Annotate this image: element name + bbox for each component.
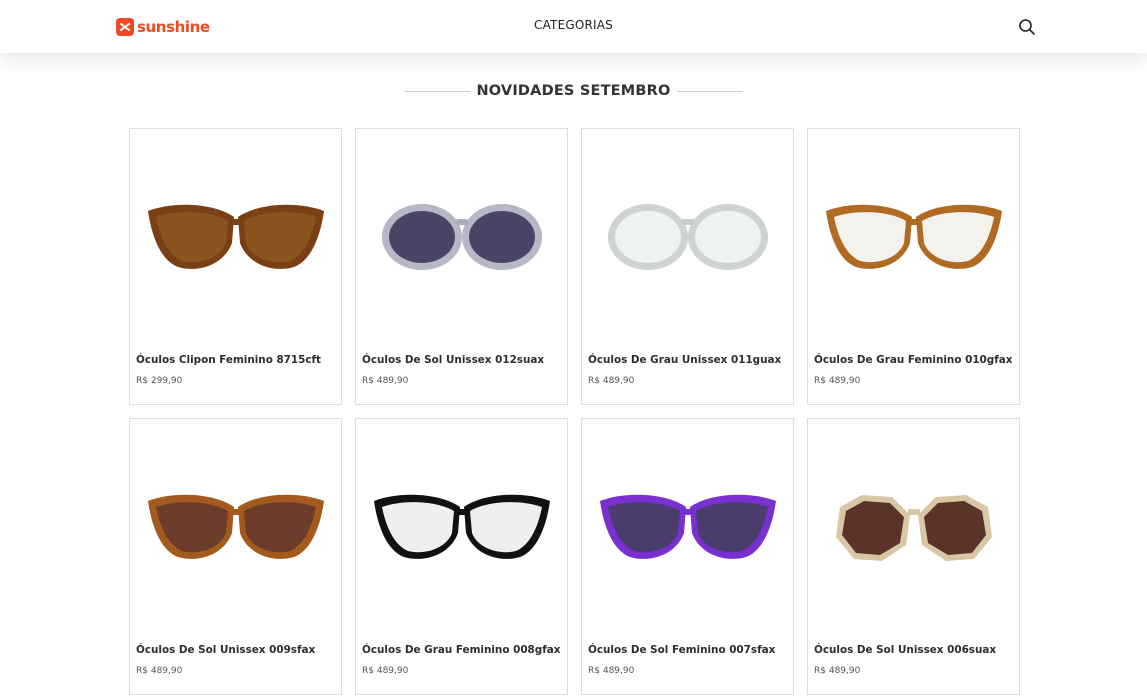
product-price: R$ 489,90 bbox=[814, 376, 861, 386]
product-price: R$ 299,90 bbox=[136, 376, 183, 386]
product-image[interactable] bbox=[130, 419, 341, 634]
product-image[interactable] bbox=[582, 419, 793, 634]
product-name[interactable]: Óculos De Sol Feminino 007sfax bbox=[588, 644, 788, 656]
top-header: sunshine CATEGORIAS bbox=[0, 0, 1147, 53]
product-name[interactable]: Óculos De Grau Unissex 011guax bbox=[588, 354, 788, 366]
product-card[interactable]: Óculos De Grau Feminino 010gfax R$ 489,90 bbox=[807, 128, 1020, 405]
product-image[interactable] bbox=[582, 129, 793, 344]
product-card[interactable]: Óculos De Sol Unissex 006suax R$ 489,90 bbox=[807, 418, 1020, 695]
product-card[interactable]: Óculos De Sol Unissex 009sfax R$ 489,90 bbox=[129, 418, 342, 695]
search-icon[interactable] bbox=[1018, 18, 1036, 36]
title-divider-left bbox=[404, 90, 471, 92]
product-price: R$ 489,90 bbox=[136, 666, 183, 676]
product-card[interactable]: Óculos De Grau Unissex 011guax R$ 489,90 bbox=[581, 128, 794, 405]
section-header: NOVIDADES SETEMBRO bbox=[0, 80, 1147, 102]
product-name[interactable]: Óculos De Sol Unissex 006suax bbox=[814, 644, 1014, 656]
product-card[interactable]: Óculos De Grau Feminino 008gfax R$ 489,90 bbox=[355, 418, 568, 695]
product-card[interactable]: Óculos De Sol Feminino 007sfax R$ 489,90 bbox=[581, 418, 794, 695]
product-price: R$ 489,90 bbox=[588, 376, 635, 386]
product-card[interactable]: Óculos De Sol Unissex 012suax R$ 489,90 bbox=[355, 128, 568, 405]
product-image[interactable] bbox=[356, 419, 567, 634]
product-name[interactable]: Óculos De Grau Feminino 008gfax bbox=[362, 644, 562, 656]
product-card[interactable]: Óculos Clipon Feminino 8715cft R$ 299,90 bbox=[129, 128, 342, 405]
product-name[interactable]: Óculos De Grau Feminino 010gfax bbox=[814, 354, 1014, 366]
section-title: NOVIDADES SETEMBRO bbox=[476, 83, 671, 99]
product-image[interactable] bbox=[808, 419, 1019, 634]
product-price: R$ 489,90 bbox=[814, 666, 861, 676]
product-image[interactable] bbox=[130, 129, 341, 344]
product-price: R$ 489,90 bbox=[588, 666, 635, 676]
product-image[interactable] bbox=[356, 129, 567, 344]
product-name[interactable]: Óculos De Sol Unissex 012suax bbox=[362, 354, 562, 366]
nav-categorias: CATEGORIAS bbox=[0, 18, 1147, 32]
nav-categorias-link[interactable]: CATEGORIAS bbox=[534, 18, 613, 32]
product-image[interactable] bbox=[808, 129, 1019, 344]
product-price: R$ 489,90 bbox=[362, 376, 409, 386]
product-name[interactable]: Óculos Clipon Feminino 8715cft bbox=[136, 354, 336, 366]
title-divider-right bbox=[676, 90, 743, 92]
product-name[interactable]: Óculos De Sol Unissex 009sfax bbox=[136, 644, 336, 656]
product-price: R$ 489,90 bbox=[362, 666, 409, 676]
